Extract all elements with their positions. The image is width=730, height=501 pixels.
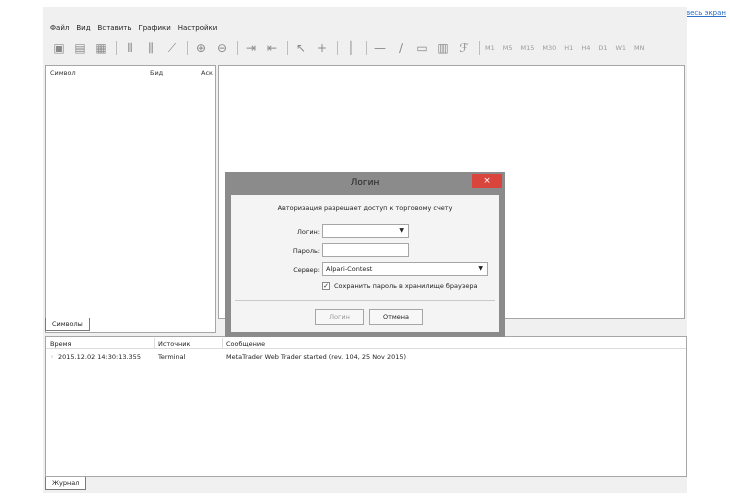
- horizontal-line-icon[interactable]: —: [372, 40, 388, 56]
- column-divider[interactable]: [222, 338, 223, 349]
- journal-panel: Время Источник Сообщение ◦ 2015.12.02 14…: [45, 336, 687, 477]
- channel-icon[interactable]: ▥: [435, 40, 451, 56]
- save-password-checkbox[interactable]: ✓: [322, 282, 330, 290]
- toolbar-separator: [287, 41, 288, 55]
- server-value: Alpari-Contest: [326, 265, 373, 273]
- journal-time: 2015.12.02 14:30:13.355: [58, 353, 141, 361]
- timeframe-m30[interactable]: M30: [542, 44, 556, 52]
- tab-symbols[interactable]: Символы: [45, 318, 90, 331]
- dialog-description: Авторизация разрешает доступ к торговому…: [277, 204, 453, 212]
- symbols-header: Символ Бид Аск: [46, 66, 215, 78]
- server-label: Сервер:: [293, 266, 320, 274]
- zoom-in-icon[interactable]: ⊕: [193, 40, 209, 56]
- menu-charts[interactable]: Графики: [138, 24, 170, 32]
- new-order-icon[interactable]: ▤: [72, 40, 88, 56]
- save-password-row: ✓ Сохранить пароль в хранилище браузера: [322, 282, 477, 290]
- timeframe-m5[interactable]: M5: [503, 44, 513, 52]
- toolbar-separator: [237, 41, 238, 55]
- chevron-down-icon: ▼: [478, 265, 483, 272]
- login-dialog: Логин × Авторизация разрешает доступ к т…: [225, 172, 505, 337]
- chart-shift-icon[interactable]: ⇤: [264, 40, 280, 56]
- candlestick-icon[interactable]: ⫼: [143, 40, 159, 56]
- zoom-out-icon[interactable]: ⊖: [214, 40, 230, 56]
- menu-bar: Файл Вид Вставить Графики Настройки: [43, 21, 217, 35]
- dialog-title: Логин: [350, 178, 380, 188]
- toolbar-separator: [116, 41, 117, 55]
- autoscroll-icon[interactable]: ⇥: [243, 40, 259, 56]
- password-label: Пароль:: [292, 247, 320, 255]
- toolbar: ▣ ▤ ▦ ⫴ ⫼ ⟋ ⊕ ⊖ ⇥ ⇤ ↖ + │ — ∕ ▭ ▥ ℱ M1 M…: [43, 37, 687, 59]
- chevron-down-icon: ▼: [399, 227, 404, 234]
- templates-icon[interactable]: ▦: [93, 40, 109, 56]
- toolbar-separator: [479, 41, 480, 55]
- tab-journal[interactable]: Журнал: [45, 477, 87, 490]
- info-icon: ◦: [50, 353, 54, 361]
- password-field[interactable]: [322, 243, 409, 257]
- timeframe-h1[interactable]: H1: [564, 44, 573, 52]
- toolbar-separator: [187, 41, 188, 55]
- dialog-divider: [235, 300, 495, 301]
- journal-source: Terminal: [158, 353, 186, 361]
- cursor-icon[interactable]: ↖: [293, 40, 309, 56]
- message-column-header[interactable]: Сообщение: [226, 340, 265, 348]
- timeframe-mn[interactable]: MN: [634, 44, 644, 52]
- menu-insert[interactable]: Вставить: [98, 24, 132, 32]
- login-dropdown[interactable]: ▼: [322, 224, 409, 238]
- menu-settings[interactable]: Настройки: [178, 24, 218, 32]
- save-password-label: Сохранить пароль в хранилище браузера: [334, 282, 478, 290]
- close-button[interactable]: ×: [472, 174, 502, 188]
- timeframe-h4[interactable]: H4: [581, 44, 590, 52]
- time-column-header[interactable]: Время: [50, 340, 71, 348]
- source-column-header[interactable]: Источник: [158, 340, 190, 348]
- journal-row[interactable]: ◦ 2015.12.02 14:30:13.355 Terminal MetaT…: [46, 351, 686, 362]
- journal-header: Время Источник Сообщение: [46, 338, 686, 349]
- bid-column-header[interactable]: Бид: [150, 69, 163, 77]
- menu-view[interactable]: Вид: [76, 24, 90, 32]
- login-button[interactable]: Логин: [315, 309, 364, 325]
- crosshair-icon[interactable]: +: [314, 40, 330, 56]
- text-label-icon[interactable]: ▭: [414, 40, 430, 56]
- trend-line-icon[interactable]: ∕: [393, 40, 409, 56]
- new-chart-icon[interactable]: ▣: [51, 40, 67, 56]
- symbols-panel: Символ Бид Аск: [45, 65, 216, 333]
- journal-message: MetaTrader Web Trader started (rev. 104,…: [226, 353, 407, 361]
- dialog-body: Авторизация разрешает доступ к торговому…: [231, 195, 499, 332]
- toolbar-separator: [366, 41, 367, 55]
- timeframe-m15[interactable]: M15: [521, 44, 535, 52]
- menu-file[interactable]: Файл: [50, 24, 69, 32]
- vertical-line-icon[interactable]: │: [343, 40, 359, 56]
- ask-column-header[interactable]: Аск: [201, 69, 213, 77]
- column-divider[interactable]: [154, 338, 155, 349]
- server-dropdown[interactable]: Alpari-Contest ▼: [322, 262, 488, 276]
- line-chart-icon[interactable]: ⟋: [164, 40, 180, 56]
- symbol-column-header[interactable]: Символ: [50, 69, 76, 77]
- toolbar-separator: [337, 41, 338, 55]
- fibonacci-icon[interactable]: ℱ: [456, 40, 472, 56]
- cancel-button[interactable]: Отмена: [369, 309, 423, 325]
- timeframe-d1[interactable]: D1: [598, 44, 607, 52]
- bar-chart-icon[interactable]: ⫴: [122, 40, 138, 56]
- timeframe-m1[interactable]: M1: [485, 44, 495, 52]
- login-label: Логин:: [297, 228, 320, 236]
- timeframe-w1[interactable]: W1: [615, 44, 626, 52]
